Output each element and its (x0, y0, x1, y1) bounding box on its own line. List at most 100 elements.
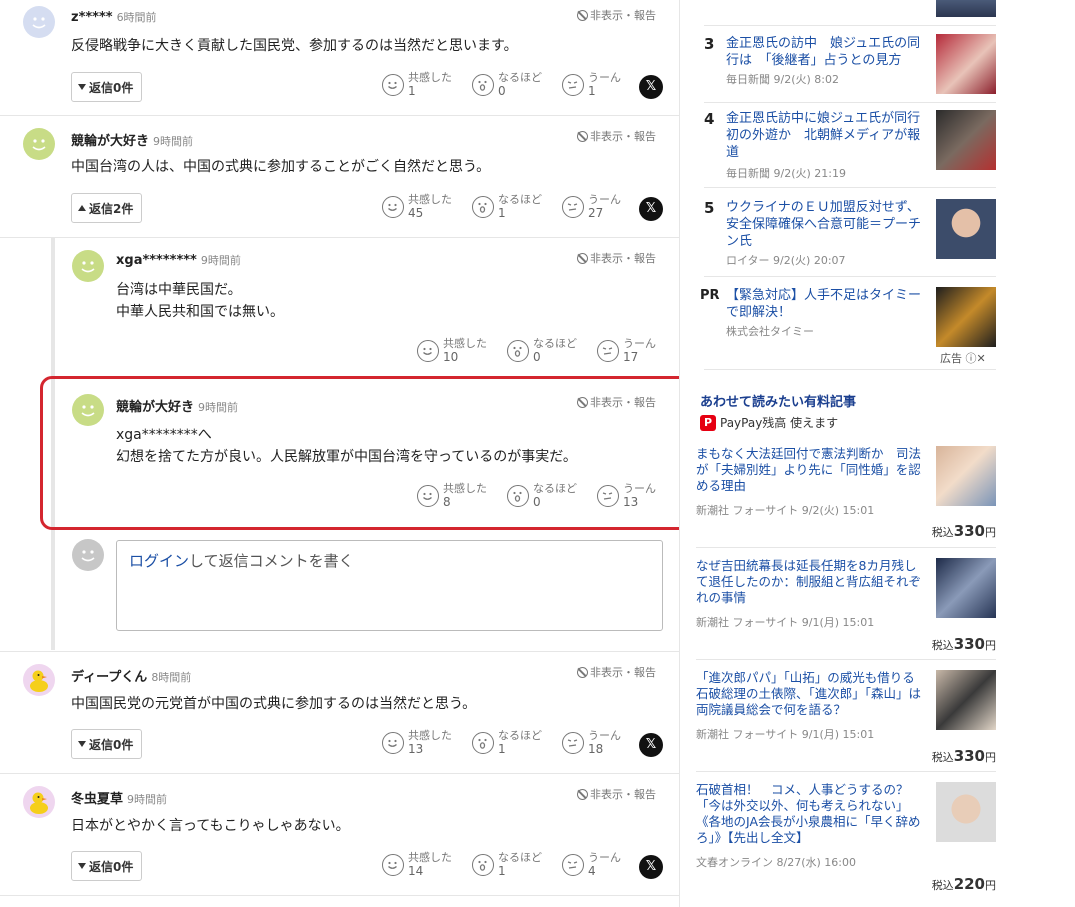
empathy-button[interactable]: 共感した 1 (382, 71, 452, 98)
avatar[interactable] (23, 6, 55, 38)
article-thumbnail[interactable] (936, 34, 996, 94)
reply-toggle-button[interactable]: 返信0件 (71, 851, 143, 881)
article-thumbnail[interactable] (936, 199, 996, 259)
hide-report-link[interactable]: 非表示・報告 (577, 7, 656, 23)
ranking-title[interactable]: 金正恩氏訪中に娘ジュエ氏が同行 初の外遊か 北朝鮮メディアが報道 (726, 110, 933, 161)
comment-item: z***** 6時間前 非表示・報告 反侵略戦争に大きく貢献した国民党、参加するの… (0, 0, 679, 116)
pr-title[interactable]: 【緊急対応】人手不足はタイミーで即解決！ (726, 287, 926, 321)
ban-icon (577, 666, 588, 678)
caret-down-icon (78, 741, 86, 747)
smile-face-icon (81, 550, 95, 562)
reply-item: xga******** 9時間前 非表示・報告 台湾は中華民国だ。 中華人民共和国… (0, 238, 679, 376)
comment-text: 日本がとやかく言ってもこりゃしゃあない。 (71, 818, 350, 834)
divider (704, 276, 996, 277)
x-share-icon[interactable]: 𝕏 (639, 855, 663, 879)
naruhodo-button[interactable]: なるほど 0 (472, 71, 542, 98)
hide-report-link[interactable]: 非表示・報告 (577, 664, 656, 680)
naruhodo-count: 1 (498, 206, 506, 220)
avatar[interactable] (23, 664, 55, 696)
price: 税込330円 (931, 747, 996, 765)
caret-down-icon (78, 863, 86, 869)
reply-toggle-button[interactable]: 返信2件 (71, 193, 143, 223)
uun-count: 4 (588, 864, 596, 878)
paypay-logo-icon: P (700, 414, 716, 431)
paid-article-title[interactable]: まもなく大法廷回付で憲法判断か 司法が「夫婦別姓」より先に「同性婚」を認める理由 (696, 446, 926, 494)
empathy-button[interactable]: 共感した 13 (382, 729, 452, 756)
divider (704, 187, 996, 188)
price: 税込220円 (931, 875, 996, 893)
paid-article-thumbnail[interactable] (936, 670, 996, 730)
paid-article-title[interactable]: 石破首相！ コメ、人事どうするの？「今は外交以外、何も考えられない」《各地のJA… (696, 782, 926, 846)
paid-article-title[interactable]: なぜ吉田統幕長は延長任期を8カ月残して退任したのか：制服組と背広組それぞれの事情 (696, 558, 926, 606)
reply-toggle-button[interactable]: 返信0件 (71, 729, 143, 759)
hide-report-link[interactable]: 非表示・報告 (577, 128, 656, 144)
x-share-icon[interactable]: 𝕏 (639, 197, 663, 221)
paid-article-thumbnail[interactable] (936, 782, 996, 842)
empathy-button[interactable]: 共感した 10 (417, 337, 487, 364)
avatar[interactable] (72, 250, 104, 282)
duck-icon (30, 670, 48, 692)
smile-icon (417, 340, 439, 362)
comment-item: ディープくん 8時間前 非表示・報告 中国国民党の元党首が中国の式典に参加するのは… (0, 652, 679, 774)
uun-button[interactable]: うーん 27 (562, 193, 621, 220)
paid-article-thumbnail[interactable] (936, 558, 996, 618)
paid-article-meta: 新潮社 フォーサイト 9/1(月) 15:01 (696, 728, 875, 741)
divider (696, 771, 996, 772)
avatar[interactable] (23, 786, 55, 818)
hide-report-link[interactable]: 非表示・報告 (577, 786, 656, 802)
ad-info-icon[interactable]: ⓘ (966, 352, 977, 365)
comment-author[interactable]: 冬虫夏草 9時間前 (71, 788, 167, 807)
paid-article-title[interactable]: 「進次郎パパ」「山拓」の威光も借りる石破総理の土俵際、「進次郎」「森山」は両院議… (696, 670, 926, 718)
uun-button[interactable]: うーん 1 (562, 71, 621, 98)
divider (696, 547, 996, 548)
ranking-title[interactable]: ウクライナのＥＵ加盟反対せず、安全保障確保へ合意可能＝プーチン氏 (726, 199, 932, 250)
comment-author[interactable]: xga******** 9時間前 (116, 252, 241, 268)
comment-author[interactable]: ディープくん 8時間前 (71, 666, 191, 685)
comment-time: 9時間前 (127, 793, 168, 806)
ad-thumbnail[interactable] (936, 287, 996, 347)
ad-label[interactable]: 広告 ⓘ✕ (940, 350, 986, 366)
empathy-count: 13 (408, 742, 424, 756)
paid-article-meta: 文春オンライン 8/27(水) 16:00 (696, 856, 856, 869)
reply-toggle-button[interactable]: 返信0件 (71, 72, 143, 102)
divider (704, 369, 996, 370)
rank-number: 4 (704, 110, 715, 128)
paid-article-meta: 新潮社 フォーサイト 9/1(月) 15:01 (696, 616, 875, 629)
login-link[interactable]: ログイン (129, 552, 189, 570)
article-thumbnail[interactable] (936, 110, 996, 170)
uun-button[interactable]: うーん 17 (597, 337, 656, 364)
divider (704, 25, 996, 26)
divider (696, 659, 996, 660)
empathy-button[interactable]: 共感した 45 (382, 193, 452, 220)
comment-author[interactable]: z***** 6時間前 (71, 9, 157, 25)
ranking-meta: 毎日新聞 9/2(火) 21:19 (726, 167, 846, 180)
caret-up-icon (78, 205, 86, 211)
pr-advertiser: 株式会社タイミー (726, 325, 814, 338)
comment-time: 9時間前 (200, 254, 241, 267)
article-thumbnail[interactable] (936, 0, 996, 17)
thinking-icon (562, 196, 584, 218)
ranking-title[interactable]: 金正恩氏の訪中 娘ジュエ氏の同行は 「後継者」占うとの見方 (726, 35, 932, 69)
naruhodo-count: 0 (498, 84, 506, 98)
uun-button[interactable]: うーん 4 (562, 851, 621, 878)
empathy-count: 14 (408, 864, 424, 878)
hide-report-link[interactable]: 非表示・報告 (577, 250, 656, 266)
naruhodo-button[interactable]: なるほど 0 (507, 337, 577, 364)
comment-author[interactable]: 競輪が大好き 9時間前 (71, 130, 193, 149)
comment-text: 反侵略戦争に大きく貢献した国民党、参加するのは当然だと思います。 (71, 38, 518, 54)
x-share-icon[interactable]: 𝕏 (639, 733, 663, 757)
smile-face-icon (32, 17, 46, 29)
x-share-icon[interactable]: 𝕏 (639, 75, 663, 99)
close-icon[interactable]: ✕ (977, 352, 986, 365)
reply-input-box[interactable]: ログインして返信コメントを書く (116, 540, 663, 631)
naruhodo-button[interactable]: なるほど 1 (472, 729, 542, 756)
naruhodo-button[interactable]: なるほど 1 (472, 851, 542, 878)
avatar[interactable] (23, 128, 55, 160)
paid-article-thumbnail[interactable] (936, 446, 996, 506)
smile-icon (382, 196, 404, 218)
empathy-button[interactable]: 共感した 14 (382, 851, 452, 878)
naruhodo-button[interactable]: なるほど 1 (472, 193, 542, 220)
rank-number: 3 (704, 35, 715, 53)
uun-button[interactable]: うーん 18 (562, 729, 621, 756)
naruhodo-count: 1 (498, 742, 506, 756)
